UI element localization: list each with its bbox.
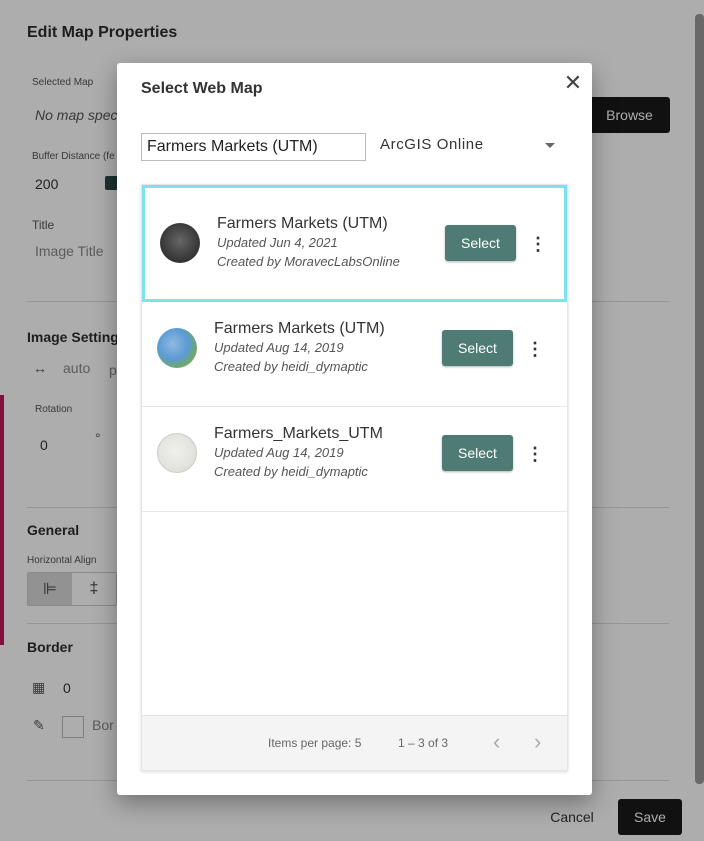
search-input[interactable] — [141, 133, 366, 161]
item-updated: Updated Aug 14, 2019 — [214, 340, 344, 355]
pagination-footer: Items per page: 5 1 – 3 of 3 ‹ › — [142, 715, 567, 770]
list-item[interactable]: Farmers_Markets_UTM Updated Aug 14, 2019… — [142, 407, 567, 512]
item-title: Farmers_Markets_UTM — [214, 425, 383, 442]
item-title: Farmers Markets (UTM) — [214, 320, 385, 337]
web-map-list: Farmers Markets (UTM) Updated Jun 4, 202… — [141, 184, 568, 771]
close-icon[interactable]: ✕ — [561, 71, 585, 95]
chevron-right-icon[interactable]: › — [534, 730, 541, 754]
item-created: Created by heidi_dymaptic — [214, 359, 368, 374]
map-thumbnail — [157, 433, 197, 473]
dialog-title: Select Web Map — [141, 80, 263, 97]
chevron-down-icon[interactable] — [545, 143, 555, 148]
items-per-page-label[interactable]: Items per page: 5 — [268, 736, 361, 750]
list-item[interactable]: Farmers Markets (UTM) Updated Jun 4, 202… — [142, 185, 567, 302]
more-options-icon[interactable]: ⋮ — [526, 339, 544, 359]
list-item[interactable]: Farmers Markets (UTM) Updated Aug 14, 20… — [142, 302, 567, 407]
map-thumbnail — [157, 328, 197, 368]
pagination-range: 1 – 3 of 3 — [398, 736, 449, 750]
select-button[interactable]: Select — [442, 435, 513, 471]
item-updated: Updated Aug 14, 2019 — [214, 445, 344, 460]
select-button[interactable]: Select — [445, 225, 516, 261]
select-button[interactable]: Select — [442, 330, 513, 366]
item-title: Farmers Markets (UTM) — [217, 215, 388, 232]
item-created: Created by heidi_dymaptic — [214, 464, 368, 479]
map-thumbnail — [160, 223, 200, 263]
item-updated: Updated Jun 4, 2021 — [217, 235, 338, 250]
source-select[interactable]: ArcGIS Online — [380, 136, 560, 160]
select-web-map-dialog: Select Web Map ✕ ArcGIS Online Farmers M… — [117, 63, 592, 795]
item-created: Created by MoravecLabsOnline — [217, 254, 400, 269]
chevron-left-icon[interactable]: ‹ — [493, 730, 500, 754]
more-options-icon[interactable]: ⋮ — [529, 234, 547, 254]
more-options-icon[interactable]: ⋮ — [526, 444, 544, 464]
